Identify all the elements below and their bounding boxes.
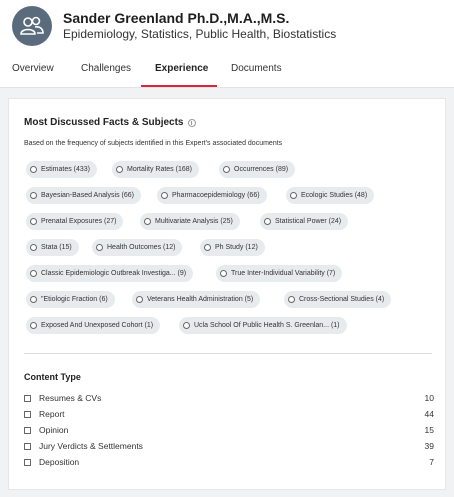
info-icon[interactable] (187, 118, 196, 127)
content-type-row[interactable]: Report 44 (24, 409, 434, 421)
content-type-count: 15 (424, 425, 434, 435)
content-type-count: 39 (424, 441, 434, 451)
chip-label: Occurrences (89) (234, 166, 289, 173)
subject-chip[interactable]: True Inter-Individual Variability (7) (216, 265, 343, 282)
subject-chip[interactable]: Classic Epidemiologic Outbreak Investiga… (26, 265, 194, 282)
content-type-row[interactable]: Opinion 15 (24, 425, 434, 437)
subject-chip[interactable]: Bayesian-Based Analysis (66) (26, 187, 141, 204)
chip-label: True Inter-Individual Variability (7) (231, 270, 336, 277)
radio-icon (30, 218, 37, 225)
radio-icon (30, 270, 37, 277)
content-type-row[interactable]: Deposition 7 (24, 457, 434, 469)
content-type-count: 44 (424, 409, 434, 419)
subject-chip[interactable]: "Etiologic Fraction (6) (26, 291, 115, 308)
radio-icon (161, 192, 168, 199)
expert-specialties: Epidemiology, Statistics, Public Health,… (63, 27, 337, 41)
subject-chip[interactable]: Statistical Power (24) (260, 213, 349, 230)
tab-experience[interactable]: Experience (155, 63, 208, 74)
content-type-count: 10 (424, 393, 434, 403)
chip-label: Cross-Sectional Studies (4) (299, 296, 385, 303)
chip-label: Estimates (433) (41, 166, 91, 173)
radio-icon (264, 218, 271, 225)
chip-label: Veterans Health Administration (5) (147, 296, 254, 303)
radio-icon (30, 166, 37, 173)
subject-chip[interactable]: Veterans Health Administration (5) (132, 291, 261, 308)
content-type-label: Opinion (39, 425, 69, 435)
radio-icon (96, 244, 103, 251)
tab-overview[interactable]: Overview (12, 63, 54, 74)
subject-chip[interactable]: Ecologic Studies (48) (286, 187, 375, 204)
chip-label: Bayesian-Based Analysis (66) (41, 192, 134, 199)
chip-label: Ph Study (12) (215, 244, 258, 251)
chip-label: Classic Epidemiologic Outbreak Investiga… (41, 270, 187, 277)
facts-description: Based on the frequency of subjects ident… (24, 140, 283, 147)
active-tab-indicator (141, 85, 217, 87)
subject-chip[interactable]: Health Outcomes (12) (92, 239, 183, 256)
chip-label: Exposed And Unexposed Cohort (1) (41, 322, 154, 329)
subject-chip[interactable]: Ucla School Of Public Health S. Greenlan… (179, 317, 347, 334)
people-icon (12, 6, 52, 46)
content-type-count: 7 (429, 457, 434, 467)
subject-chip[interactable]: Multivariate Analysis (25) (140, 213, 240, 230)
subject-chip[interactable]: Cross-Sectional Studies (4) (284, 291, 392, 308)
radio-icon (116, 166, 123, 173)
content-type-row[interactable]: Resumes & CVs 10 (24, 393, 434, 405)
radio-icon (290, 192, 297, 199)
chip-label: Ucla School Of Public Health S. Greenlan… (194, 322, 340, 329)
chip-label: Multivariate Analysis (25) (155, 218, 233, 225)
content-type-title: Content Type (24, 372, 81, 382)
profile-header: Sander Greenland Ph.D.,M.A.,M.S. Epidemi… (0, 0, 454, 88)
checkbox[interactable] (24, 443, 31, 450)
expert-name: Sander Greenland Ph.D.,M.A.,M.S. (63, 10, 290, 26)
radio-icon (30, 296, 37, 303)
radio-icon (220, 270, 227, 277)
chip-label: Health Outcomes (12) (107, 244, 176, 251)
content-type-label: Report (39, 409, 65, 419)
subject-chip[interactable]: Exposed And Unexposed Cohort (1) (26, 317, 161, 334)
subject-chip[interactable]: Pharmacoepidemiology (66) (157, 187, 267, 204)
chip-label: Ecologic Studies (48) (301, 192, 368, 199)
chip-label: Statistical Power (24) (275, 218, 342, 225)
radio-icon (30, 192, 37, 199)
section-divider (24, 353, 432, 354)
checkbox[interactable] (24, 427, 31, 434)
chip-label: Pharmacoepidemiology (66) (172, 192, 260, 199)
radio-icon (30, 322, 37, 329)
checkbox[interactable] (24, 411, 31, 418)
checkbox[interactable] (24, 459, 31, 466)
subject-chip[interactable]: Prenatal Exposures (27) (26, 213, 124, 230)
chip-label: "Etiologic Fraction (6) (41, 296, 108, 303)
radio-icon (288, 296, 295, 303)
chip-label: Stata (15) (41, 244, 72, 251)
radio-icon (144, 218, 151, 225)
chip-label: Mortality Rates (168) (127, 166, 192, 173)
subject-chip[interactable]: Mortality Rates (168) (112, 161, 199, 178)
radio-icon (204, 244, 211, 251)
checkbox[interactable] (24, 395, 31, 402)
content-type-label: Deposition (39, 457, 80, 467)
radio-icon (30, 244, 37, 251)
subject-chip[interactable]: Stata (15) (26, 239, 79, 256)
content-type-label: Jury Verdicts & Settlements (39, 441, 143, 451)
subject-chip[interactable]: Estimates (433) (26, 161, 98, 178)
content-type-row[interactable]: Jury Verdicts & Settlements 39 (24, 441, 434, 453)
radio-icon (183, 322, 190, 329)
chip-label: Prenatal Exposures (27) (41, 218, 117, 225)
facts-title-text: Most Discussed Facts & Subjects (24, 117, 184, 128)
content-type-label: Resumes & CVs (39, 393, 102, 403)
radio-icon (136, 296, 143, 303)
tab-documents[interactable]: Documents (231, 63, 282, 74)
subject-chip[interactable]: Ph Study (12) (200, 239, 265, 256)
tab-bar: Overview Challenges Experience Documents (0, 60, 454, 88)
experience-panel: Most Discussed Facts & Subjects Based on… (8, 98, 446, 490)
subject-chip[interactable]: Occurrences (89) (219, 161, 296, 178)
facts-section-title: Most Discussed Facts & Subjects (24, 117, 196, 128)
tab-challenges[interactable]: Challenges (81, 63, 131, 74)
radio-icon (223, 166, 230, 173)
